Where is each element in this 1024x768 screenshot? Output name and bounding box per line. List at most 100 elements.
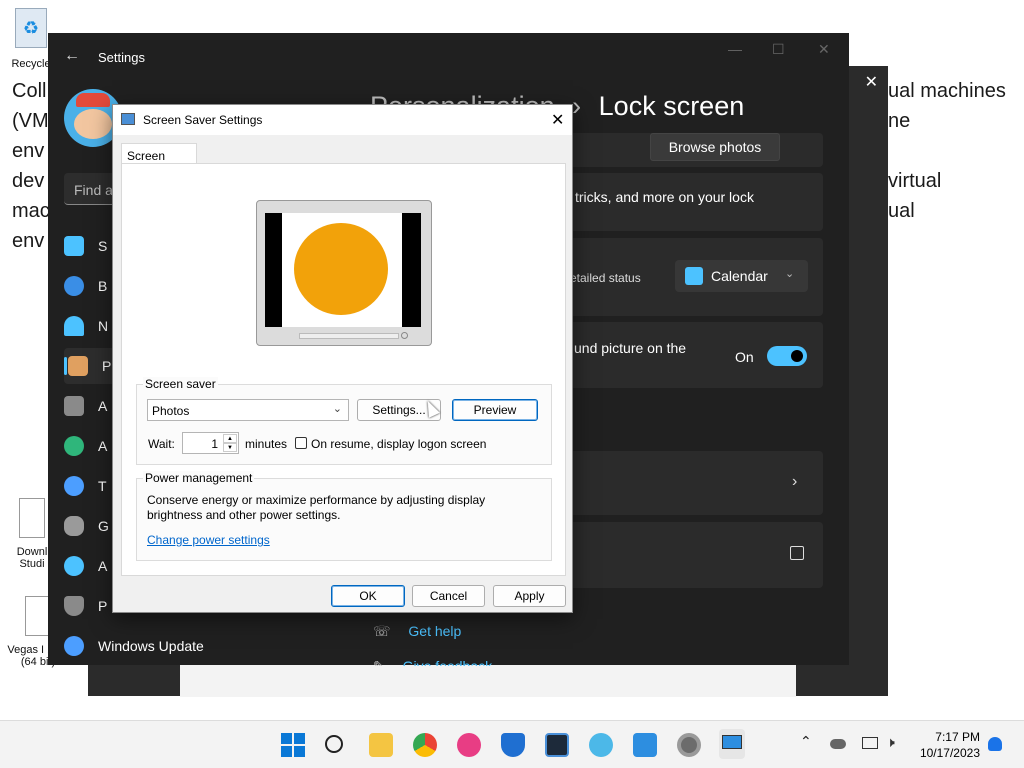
time-icon	[64, 476, 84, 496]
sidebar-item-label: B	[98, 278, 108, 294]
resume-checkbox[interactable]	[295, 437, 307, 449]
sidebar-item-label: P	[102, 358, 112, 374]
preview-orange-shape	[294, 223, 388, 315]
clock-time: 7:17 PM	[935, 730, 980, 744]
monitor-icon	[64, 236, 84, 256]
spinner-down-icon[interactable]: ▼	[223, 443, 237, 452]
chevron-down-icon: ⌄	[332, 403, 342, 415]
maximize-icon[interactable]: ☐	[772, 41, 785, 58]
start-icon[interactable]	[281, 733, 305, 757]
monitor-preview	[256, 200, 432, 346]
settings-gear-icon[interactable]	[677, 733, 701, 757]
recycle-bin-icon: ♻	[15, 8, 47, 48]
fun-facts-text: tricks, and more on your lock	[575, 189, 754, 205]
background-picture-toggle[interactable]	[767, 346, 807, 366]
wait-label: Wait:	[148, 437, 175, 451]
brush-icon	[68, 356, 88, 376]
wait-spinner[interactable]: 1 ▲ ▼	[182, 432, 239, 454]
chrome-icon[interactable]	[413, 733, 437, 757]
page-title: Lock screen	[598, 91, 745, 121]
external-link-icon	[790, 546, 804, 560]
onedrive-icon[interactable]	[830, 739, 846, 749]
search-placeholder: Find a	[74, 182, 113, 198]
sidebar-item-label: A	[98, 398, 108, 414]
gaming-icon	[64, 516, 84, 536]
minutes-label: minutes	[245, 437, 288, 451]
close-icon[interactable]: ✕	[865, 72, 878, 92]
background-window-strip	[180, 664, 796, 697]
browse-photos-button[interactable]: Browse photos	[650, 133, 780, 161]
selected-screen-saver: Photos	[152, 404, 190, 418]
apply-button[interactable]: Apply	[493, 585, 566, 607]
bg-text-line: env	[12, 140, 45, 162]
get-help-link[interactable]: ☏ Get help	[373, 623, 461, 640]
spinner-up-icon[interactable]: ▲	[223, 434, 237, 443]
back-arrow-icon[interactable]: ←	[64, 47, 80, 65]
tab-pane: Screen saver Photos ⌄ Settings... Previe…	[121, 163, 566, 576]
video-editor-icon[interactable]	[545, 733, 569, 757]
wait-value: 1	[211, 437, 218, 451]
file-icon	[19, 498, 45, 538]
avatar-hair	[76, 93, 110, 107]
toggle-knob	[791, 350, 803, 362]
notification-bell-icon[interactable]	[988, 737, 1002, 751]
minimize-icon[interactable]: —	[728, 41, 742, 57]
sidebar-item-label: P	[98, 598, 108, 614]
group-label-power: Power management	[143, 471, 255, 485]
sidebar-item-label: S	[98, 238, 108, 254]
detailed-status-text: etailed status	[570, 271, 641, 285]
chevron-right-icon: ›	[792, 473, 798, 490]
accessibility-icon	[64, 556, 84, 576]
bg-text-line: ual	[888, 200, 915, 222]
tab-screen-saver[interactable]: Screen Saver	[121, 143, 197, 177]
bg-text-line: mac	[12, 200, 50, 222]
change-power-settings-link[interactable]: Change power settings	[147, 533, 270, 547]
give-feedback-label: Give feedback	[402, 658, 493, 666]
dialog-title: Screen Saver Settings	[143, 113, 263, 127]
background-picture-text: und picture on the	[574, 340, 687, 356]
give-feedback-link[interactable]: ✎ Give feedback	[373, 658, 492, 666]
close-icon[interactable]: ✕	[818, 41, 830, 58]
cancel-button[interactable]: Cancel	[412, 585, 485, 607]
bg-text-line: dev	[12, 170, 45, 192]
sidebar-item-windows-update[interactable]: Windows Update	[64, 628, 244, 664]
ok-button[interactable]: OK	[331, 585, 405, 607]
calendar-dropdown[interactable]: Calendar ⌄	[675, 260, 808, 292]
chevron-down-icon: ⌄	[785, 268, 795, 280]
clock[interactable]: 7:17 PM 10/17/2023	[914, 729, 980, 761]
defender-shield-icon[interactable]	[501, 733, 525, 757]
screen-saver-taskbar-icon[interactable]	[719, 729, 745, 759]
accounts-icon	[64, 436, 84, 456]
calendar-label: Calendar	[711, 268, 768, 284]
volume-muted-icon[interactable]: 🕨	[886, 734, 895, 751]
bg-text-line: ne	[888, 110, 911, 132]
screen-saver-select[interactable]: Photos ⌄	[147, 399, 349, 421]
sidebar-item-label: G	[98, 518, 109, 534]
photos-app-icon[interactable]	[633, 733, 657, 757]
sidebar-item-label: A	[98, 438, 108, 454]
sidebar-item-label: Windows Update	[98, 638, 204, 654]
show-hidden-icons-chevron[interactable]: ⌃	[800, 733, 812, 750]
sidebar-item-label: A	[98, 558, 108, 574]
taskbar: ⌃ 🕨 7:17 PM 10/17/2023	[0, 720, 1024, 768]
close-icon[interactable]: ✕	[551, 110, 564, 130]
preview-screen	[265, 213, 421, 327]
file-explorer-icon[interactable]	[369, 733, 393, 757]
group-label-screen-saver: Screen saver	[143, 377, 218, 391]
avatar-face	[74, 109, 112, 139]
globe-app-icon[interactable]	[589, 733, 613, 757]
screen-saver-app-icon	[121, 113, 135, 125]
ds-app-icon[interactable]	[457, 733, 481, 757]
help-icon: ☏	[373, 623, 391, 639]
screen-saver-group: Screen saver Photos ⌄ Settings... Previe…	[136, 377, 552, 465]
calendar-icon	[685, 267, 703, 285]
dialog-titlebar: Screen Saver Settings ✕	[113, 105, 572, 135]
resume-label: On resume, display logon screen	[311, 437, 487, 451]
preview-button[interactable]: Preview	[452, 399, 538, 421]
search-icon[interactable]	[325, 735, 343, 753]
sidebar-item-label: N	[98, 318, 109, 334]
update-icon	[64, 636, 84, 656]
monitor-icon	[722, 735, 742, 749]
shield-icon	[64, 596, 84, 616]
network-icon[interactable]	[862, 737, 878, 749]
